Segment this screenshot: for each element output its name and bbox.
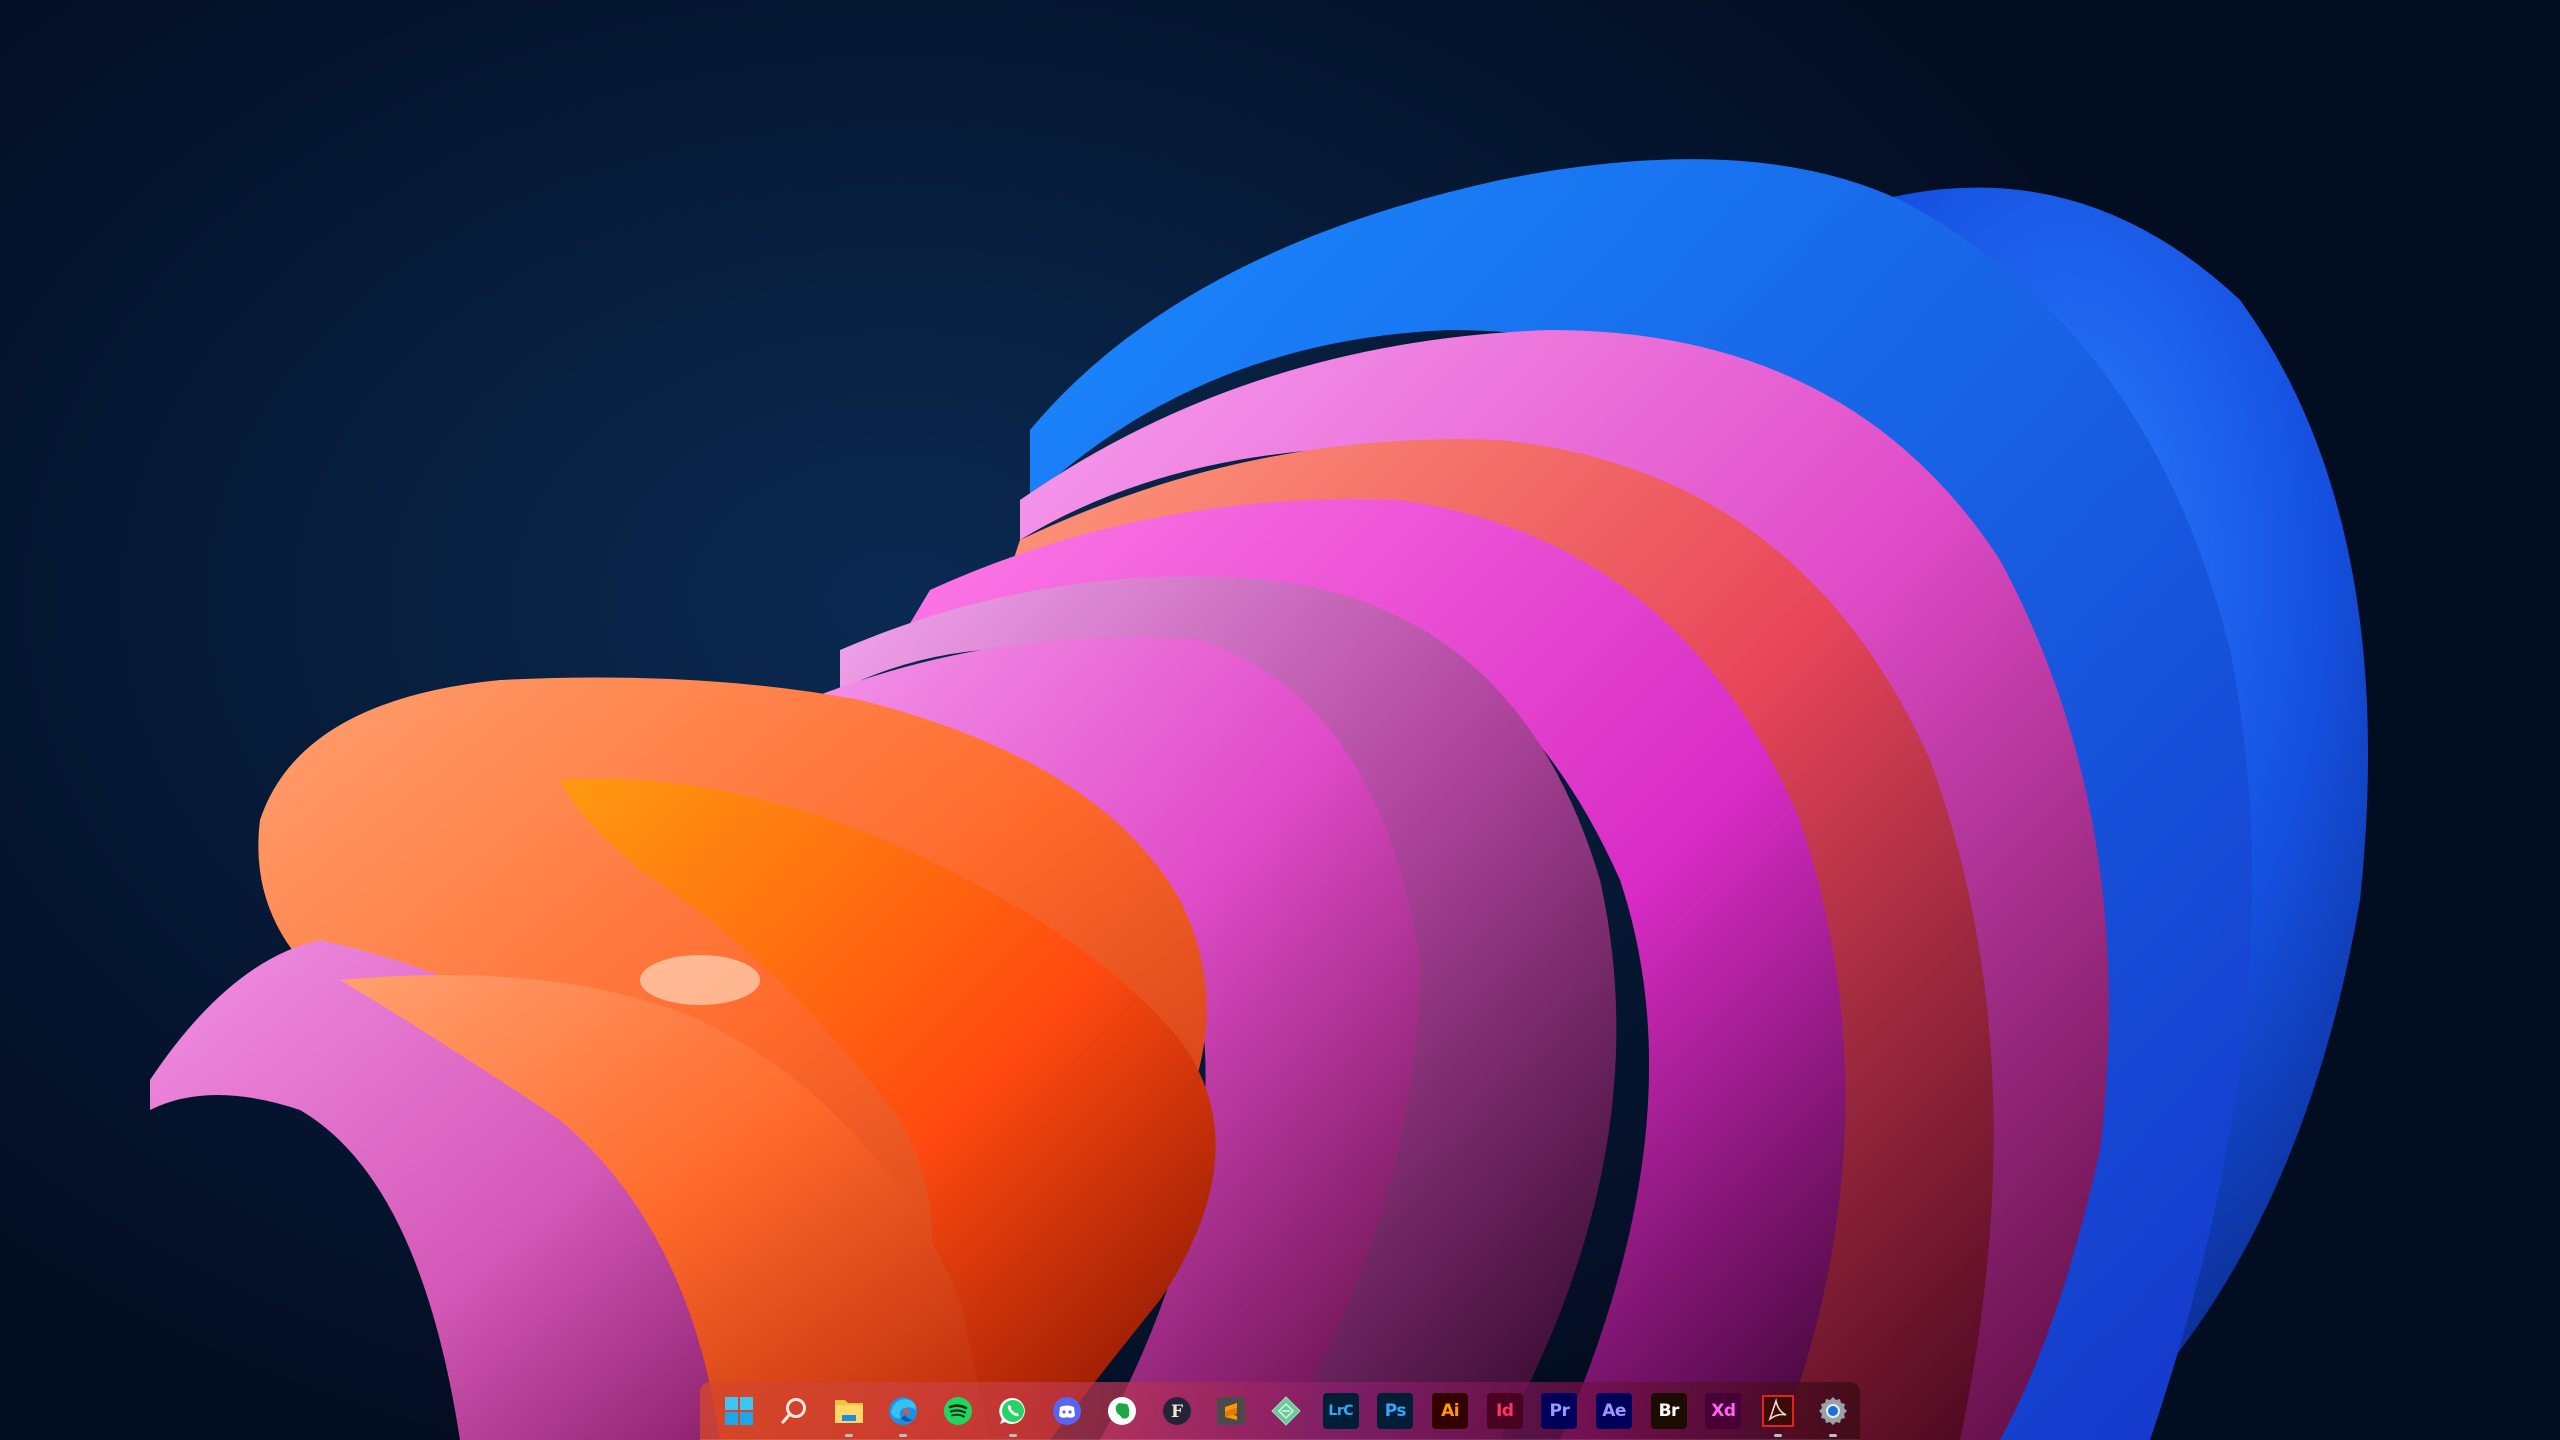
wallpaper-highlight: [640, 955, 760, 1005]
indesign-icon: Id: [1486, 1393, 1523, 1429]
spotify-icon: [940, 1393, 976, 1429]
running-indicator: [1828, 1434, 1837, 1437]
taskbar-file-explorer[interactable]: [821, 1382, 876, 1440]
taskbar-premiere-pro[interactable]: Pr: [1532, 1382, 1587, 1440]
edge-icon: [885, 1393, 921, 1429]
fontbase-icon: F: [1159, 1393, 1195, 1429]
taskbar-acrobat[interactable]: [1751, 1382, 1806, 1440]
taskbar-settings[interactable]: [1805, 1382, 1860, 1440]
taskbar-lightroom-classic[interactable]: LrC: [1313, 1382, 1368, 1440]
acrobat-icon: [1760, 1393, 1796, 1429]
wallpaper: [150, 159, 2368, 1440]
sublime-text-icon: [1213, 1393, 1249, 1429]
running-indicator: [1774, 1434, 1783, 1437]
taskbar-spotify[interactable]: [931, 1382, 986, 1440]
taskbar-whatsapp[interactable]: [985, 1382, 1040, 1440]
windows-logo-icon: [721, 1393, 757, 1429]
green-diamond-icon: [1268, 1393, 1304, 1429]
taskbar-evernote[interactable]: [1095, 1382, 1150, 1440]
bridge-icon: Br: [1650, 1393, 1687, 1429]
taskbar-illustrator[interactable]: Ai: [1423, 1382, 1478, 1440]
running-indicator: [844, 1434, 853, 1437]
desktop: [0, 0, 2560, 1440]
discord-icon: [1049, 1393, 1085, 1429]
folder-icon: [831, 1393, 867, 1429]
taskbar-edge[interactable]: [876, 1382, 931, 1440]
taskbar-discord[interactable]: [1040, 1382, 1095, 1440]
illustrator-icon: Ai: [1432, 1393, 1469, 1429]
taskbar-indesign[interactable]: Id: [1477, 1382, 1532, 1440]
photoshop-icon: Ps: [1377, 1393, 1414, 1429]
svg-text:F: F: [1171, 1402, 1183, 1422]
taskbar-green-app[interactable]: [1259, 1382, 1314, 1440]
after-effects-icon: Ae: [1596, 1393, 1633, 1429]
whatsapp-icon: [995, 1393, 1031, 1429]
settings-gear-icon: [1815, 1393, 1851, 1429]
taskbar-bridge[interactable]: Br: [1641, 1382, 1696, 1440]
taskbar: F LrC Ps Ai Id Pr Ae Br Xd: [700, 1382, 1860, 1440]
xd-icon: Xd: [1705, 1393, 1742, 1429]
taskbar-sublime-text[interactable]: [1204, 1382, 1259, 1440]
premiere-pro-icon: Pr: [1541, 1393, 1578, 1429]
evernote-icon: [1104, 1393, 1140, 1429]
taskbar-fontbase[interactable]: F: [1149, 1382, 1204, 1440]
taskbar-photoshop[interactable]: Ps: [1368, 1382, 1423, 1440]
search-icon: [776, 1393, 812, 1429]
running-indicator: [899, 1434, 908, 1437]
taskbar-search-button[interactable]: [767, 1382, 822, 1440]
taskbar-start-button[interactable]: [712, 1382, 767, 1440]
running-indicator: [1008, 1434, 1017, 1437]
taskbar-after-effects[interactable]: Ae: [1587, 1382, 1642, 1440]
lightroom-classic-icon: LrC: [1322, 1393, 1359, 1429]
taskbar-xd[interactable]: Xd: [1696, 1382, 1751, 1440]
